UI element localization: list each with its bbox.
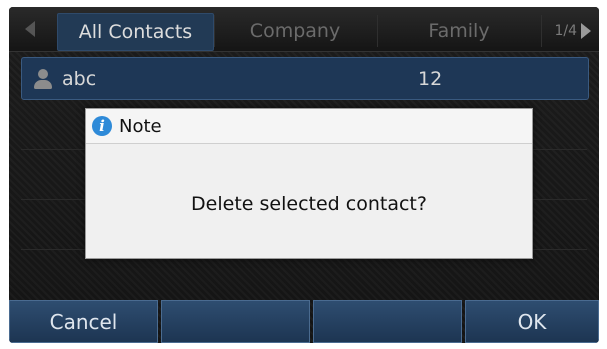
info-icon: i — [92, 116, 112, 136]
dialog-title: Note — [119, 115, 162, 137]
tab-all-contacts[interactable]: All Contacts — [57, 13, 214, 51]
tab-bar: All Contacts Company Family 1/4 — [9, 7, 599, 52]
cancel-button[interactable]: Cancel — [9, 300, 158, 343]
chevron-left-icon — [25, 21, 35, 37]
note-dialog: i Note Delete selected contact? — [85, 108, 533, 259]
ok-button[interactable]: OK — [465, 300, 599, 343]
tab-prev-arrow[interactable] — [15, 7, 45, 51]
tab-family[interactable]: Family — [379, 13, 539, 49]
softkey-bar: Cancel OK — [9, 300, 599, 343]
dialog-message: Delete selected contact? — [191, 193, 427, 215]
tab-company[interactable]: Company — [215, 13, 375, 49]
contact-name: abc — [62, 67, 97, 90]
contact-list-item[interactable]: abc 12 — [21, 57, 589, 100]
chevron-right-icon — [581, 23, 591, 39]
dialog-header: i Note — [86, 109, 532, 144]
page-indicator[interactable]: 1/4 — [554, 13, 591, 49]
tab-divider — [541, 15, 542, 47]
contact-number: 12 — [418, 67, 443, 90]
page-indicator-label: 1/4 — [554, 23, 577, 39]
softkey-3[interactable] — [313, 300, 462, 343]
softkey-2[interactable] — [161, 300, 310, 343]
phone-screen: All Contacts Company Family 1/4 abc 12 i… — [9, 7, 599, 343]
person-icon — [32, 68, 54, 90]
tab-divider — [377, 15, 378, 47]
